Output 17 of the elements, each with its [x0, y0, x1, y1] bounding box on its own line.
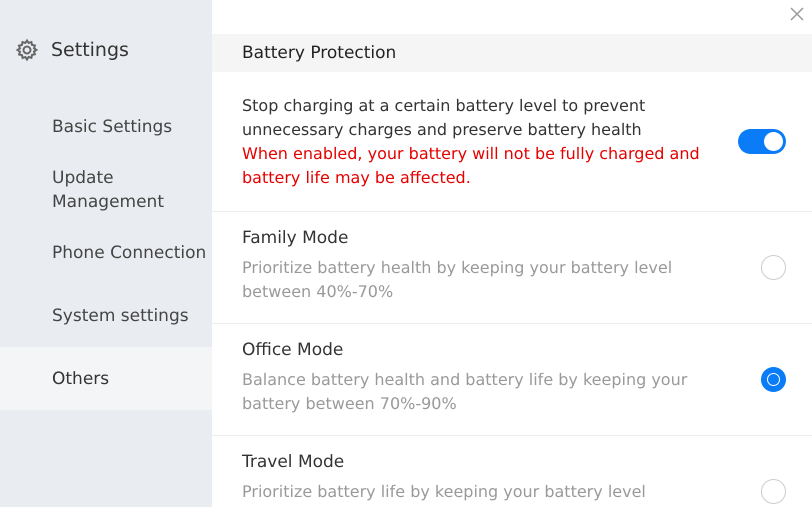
mode-name: Office Mode	[242, 340, 344, 360]
warning-text: When enabled, your battery will not be fully charged and battery life may be affected.	[242, 142, 701, 188]
section-header: Battery Protection	[212, 34, 812, 72]
toggle-description: Stop charging at a certain battery level to prevent unnecessary charges and preserve battery health	[242, 94, 646, 140]
mode-name: Travel Mode	[242, 452, 346, 472]
mode-description: Balance battery health and battery life by keeping your battery between 70%-90%	[242, 369, 688, 415]
toggle-switch[interactable]	[738, 129, 786, 154]
radio-button[interactable]	[761, 367, 786, 392]
radio-button[interactable]	[761, 255, 786, 280]
sidebar-title: Settings	[51, 39, 129, 61]
mode-description: Prioritize battery life by keeping your battery level	[242, 481, 647, 503]
settings-icon	[15, 38, 39, 62]
sidebar-item[interactable]: Others	[0, 347, 212, 410]
close-button[interactable]	[788, 5, 806, 23]
mode-name: Family Mode	[242, 228, 350, 248]
mode-description: Prioritize battery health by keeping your battery level between 40%-70%	[242, 257, 674, 303]
radio-button[interactable]	[761, 479, 786, 504]
